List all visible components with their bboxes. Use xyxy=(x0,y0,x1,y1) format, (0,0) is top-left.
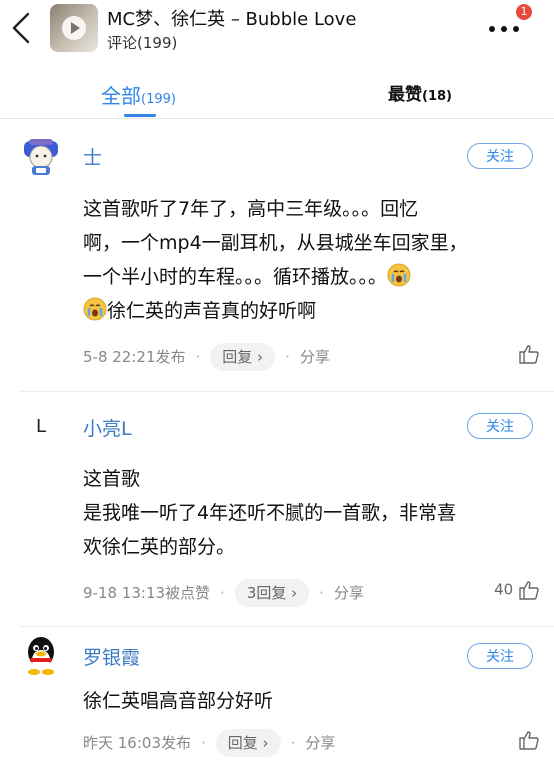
tab-best-count: (18) xyxy=(422,89,452,104)
comment-time: 5-8 22:21发布 xyxy=(83,348,186,366)
comment-text: 这首歌 是我唯一听了4年还听不腻的一首歌，非常喜 欢徐仁英的部分。 xyxy=(83,462,523,564)
comment-tabs: 全部(199) 最赞(18) xyxy=(0,62,554,119)
share-button[interactable]: 分享 xyxy=(300,348,330,366)
more-button[interactable] xyxy=(486,20,526,38)
thumbs-up-icon xyxy=(519,345,539,364)
follow-button[interactable]: 关注 xyxy=(467,643,533,669)
follow-button[interactable]: 关注 xyxy=(467,413,533,439)
reply-button[interactable]: 回复 › xyxy=(215,729,281,757)
tab-best[interactable]: 最赞(18) xyxy=(388,80,452,105)
username[interactable]: 小亮L xyxy=(83,414,132,441)
avatar[interactable] xyxy=(20,634,62,676)
song-title: MC梦、徐仁英 – Bubble Love xyxy=(107,9,357,30)
like-button[interactable] xyxy=(470,343,540,371)
comment-count-label: 评论(199) xyxy=(107,34,178,52)
comment-line: 是我唯一听了4年还听不腻的一首歌，非常喜 xyxy=(83,502,457,524)
comment-meta: 昨天 16:03发布 · 回复 › · 分享 xyxy=(83,729,335,757)
comment-text: 徐仁英唱高音部分好听 xyxy=(83,684,523,718)
comment-meta: 9-18 13:13被点赞 · 3回复 › · 分享 xyxy=(83,579,364,607)
share-button[interactable]: 分享 xyxy=(334,584,364,602)
like-button[interactable]: 40 xyxy=(470,579,540,607)
top-bar: MC梦、徐仁英 – Bubble Love 评论(199) 1 xyxy=(0,0,554,62)
like-button[interactable] xyxy=(470,729,540,757)
divider xyxy=(20,391,554,392)
comment-line-text: 一个半小时的车程。。。循环播放。。。 xyxy=(83,266,388,288)
comment-line: 一个半小时的车程。。。循环播放。。。 xyxy=(83,260,523,294)
comment-time: 9-18 13:13被点赞 xyxy=(83,584,211,602)
comment-line: 这首歌听了7年了，高中三年级。。。回忆 xyxy=(83,198,419,220)
share-button[interactable]: 分享 xyxy=(305,734,335,752)
song-cover-thumbnail[interactable] xyxy=(50,4,98,52)
more-dots-icon xyxy=(489,26,519,32)
tab-all-label: 全部 xyxy=(101,84,141,108)
penguin-avatar-icon xyxy=(28,637,54,675)
follow-button[interactable]: 关注 xyxy=(467,143,533,169)
reply-button[interactable]: 回复 › xyxy=(210,343,276,371)
username[interactable]: 士 xyxy=(83,143,102,170)
thumbs-up-icon xyxy=(519,731,539,750)
avatar-letter: L xyxy=(35,416,47,437)
play-icon xyxy=(62,16,86,40)
comment-time: 昨天 16:03发布 xyxy=(83,734,191,752)
reply-button[interactable]: 3回复 › xyxy=(234,579,310,607)
avatar[interactable] xyxy=(20,135,62,177)
chevron-left-icon xyxy=(12,12,30,44)
thumbs-up-icon xyxy=(519,581,539,600)
crying-face-icon xyxy=(83,297,107,321)
comment-line: 欢徐仁英的部分。 xyxy=(83,536,236,558)
avatar[interactable]: L xyxy=(20,406,62,448)
comment-text: 这首歌听了7年了，高中三年级。。。回忆 啊，一个mp4一副耳机，从县城坐车回家里… xyxy=(83,192,523,328)
tab-all[interactable]: 全部(199) xyxy=(101,80,176,109)
notification-badge: 1 xyxy=(516,4,532,20)
comment-meta: 5-8 22:21发布 · 回复 › · 分享 xyxy=(83,343,330,371)
comment-line: 这首歌 xyxy=(83,468,141,490)
tab-all-count: (199) xyxy=(141,92,176,107)
like-count: 40 xyxy=(494,580,514,599)
comment-line: 徐仁英唱高音部分好听 xyxy=(83,690,274,712)
divider xyxy=(20,626,554,627)
comment-line-text: 徐仁英的声音真的好听啊 xyxy=(107,300,317,322)
crying-face-icon xyxy=(387,263,411,287)
back-button[interactable] xyxy=(6,8,36,48)
username[interactable]: 罗银霞 xyxy=(83,643,140,670)
comment-line: 徐仁英的声音真的好听啊 xyxy=(83,294,523,328)
active-tab-indicator xyxy=(124,114,156,117)
comment-line: 啊，一个mp4一副耳机，从县城坐车回家里， xyxy=(83,232,468,254)
tab-best-label: 最赞 xyxy=(388,85,422,105)
